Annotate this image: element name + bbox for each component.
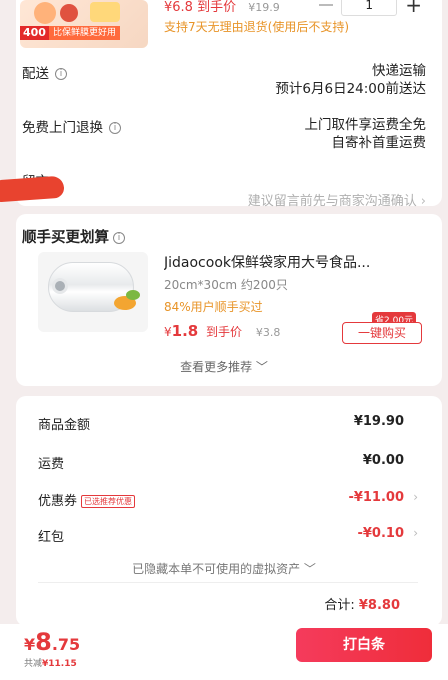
upsell-product-spec: 20cm*30cm 约200只 [164, 278, 288, 292]
delivery-eta: 预计6月6日24:00前送达 [275, 81, 426, 97]
upsell-title-text: 顺手买更划算 [22, 230, 109, 246]
minus-button[interactable] [319, 4, 334, 6]
upsell-price: 1.8 [171, 322, 199, 340]
red-packet-value: -¥0.10 [357, 526, 404, 541]
note-input[interactable]: 建议留言前先与商家沟通确认 › [248, 190, 426, 209]
return-service-info: 上门取件享运费全免 自寄补首重运费 [305, 116, 427, 152]
total-saved: 共减¥11.15 [24, 656, 77, 669]
coupon-row[interactable]: 优惠券 已选推荐优惠 -¥11.00 › [38, 490, 418, 509]
chevron-right-icon: › [420, 194, 426, 209]
red-packet-row[interactable]: 红包 -¥0.10 › [38, 526, 418, 545]
shipping-value: ¥0.00 [362, 453, 404, 468]
info-icon[interactable]: i [109, 122, 121, 134]
return-service-row[interactable]: 免费上门退换 i 上门取件享运费全免 自寄补首重运费 [22, 116, 426, 151]
promo-badge: 400 比保鲜膜更好用 [20, 26, 120, 40]
bag-roll-core [52, 278, 68, 294]
vegetable-shape-2 [126, 290, 140, 300]
delivery-row[interactable]: 配送 i 快递运输 预计6月6日24:00前送达 [22, 62, 426, 97]
final-price-dec: .75 [51, 635, 81, 654]
goods-amount-label: 商品金额 [38, 418, 91, 433]
total-saved-value: ¥11.15 [42, 659, 77, 669]
upsell-price-yen: ¥ [164, 325, 172, 339]
return-service-line2: 自寄补首重运费 [331, 135, 427, 151]
final-price-yen: ¥ [24, 635, 36, 654]
product-price-row: ¥6.8 到手价 ¥19.9 [164, 0, 280, 15]
see-more-recommendations[interactable]: 查看更多推荐 ﹀ [0, 358, 448, 375]
one-click-buy-button[interactable]: 一键购买 [342, 322, 422, 344]
chevron-right-icon: › [413, 526, 418, 540]
pay-button[interactable]: 打白条 [296, 628, 432, 662]
upsell-price-label: 到手价 [206, 325, 243, 339]
delivery-method: 快递运输 [372, 63, 426, 79]
final-price-int: 8 [35, 628, 52, 656]
info-icon[interactable]: i [113, 232, 125, 244]
note-placeholder: 建议留言前先与商家沟通确认 [247, 194, 417, 209]
produce-shape-1 [34, 2, 56, 24]
quantity-stepper: 1 + [319, 0, 422, 16]
upsell-title: 顺手买更划算 i [22, 226, 125, 247]
note-row[interactable]: 留言 建议留言前先与商家沟通确认› [22, 170, 426, 209]
chevron-down-icon: ﹀ [252, 360, 268, 374]
produce-shape-3 [90, 2, 120, 22]
plus-button[interactable]: + [405, 0, 422, 15]
info-icon[interactable]: i [55, 68, 67, 80]
goods-amount-row: 商品金额 ¥19.90 [38, 414, 418, 433]
product-price-label: 到手价 [197, 0, 237, 15]
shipping-label: 运费 [38, 457, 65, 472]
total-value: ¥8.80 [358, 598, 400, 613]
delivery-label: 配送 [22, 66, 49, 82]
upsell-product-image[interactable] [38, 252, 148, 332]
total-label: 合计: [324, 598, 355, 613]
return-policy-text: 支持7天无理由退货(使用后不支持) [164, 20, 349, 34]
final-price: ¥8.75 [24, 628, 80, 656]
chevron-right-icon: › [413, 490, 418, 504]
product-price: ¥6.8 [164, 0, 193, 15]
chevron-down-icon: ﹀ [300, 562, 316, 576]
upsell-orig-price: ¥3.8 [255, 326, 281, 339]
divider [38, 582, 418, 583]
red-packet-label: 红包 [38, 530, 65, 545]
bottom-checkout-bar: ¥8.75 共减¥11.15 打白条 [0, 624, 448, 680]
return-service-line1: 上门取件享运费全免 [304, 117, 427, 133]
upsell-product-name[interactable]: Jidaocook保鲜袋家用大号食品... [164, 252, 414, 272]
hidden-assets-toggle[interactable]: 已隐藏本单不可使用的虚拟资产 ﹀ [0, 560, 448, 577]
product-thumbnail[interactable] [20, 0, 148, 48]
coupon-tag: 已选推荐优惠 [81, 495, 136, 508]
shipping-row: 运费 ¥0.00 [38, 453, 418, 472]
hidden-assets-label: 已隐藏本单不可使用的虚拟资产 [132, 562, 301, 576]
total-saved-label: 共减 [24, 659, 43, 669]
checkout-page: 400 比保鲜膜更好用 ¥6.8 到手价 ¥19.9 1 + 支持7天无理由退货… [0, 0, 448, 680]
upsell-social-proof: 84%用户顺手买过 [164, 300, 263, 314]
see-more-label: 查看更多推荐 [180, 360, 253, 374]
promo-badge-text: 比保鲜膜更好用 [48, 26, 120, 40]
produce-shape-2 [60, 4, 78, 22]
coupon-label: 优惠券 [38, 494, 78, 509]
upsell-price-row: ¥1.8 到手价 ¥3.8 [164, 322, 280, 340]
delivery-info: 快递运输 预计6月6日24:00前送达 [275, 62, 426, 98]
promo-badge-number: 400 [20, 26, 49, 40]
goods-amount-value: ¥19.90 [353, 414, 404, 429]
return-service-label: 免费上门退换 [22, 120, 103, 136]
product-orig-price: ¥19.9 [248, 1, 280, 14]
quantity-input[interactable]: 1 [341, 0, 398, 16]
total-row: 合计: ¥8.80 [324, 594, 400, 613]
coupon-value: -¥11.00 [348, 490, 404, 505]
